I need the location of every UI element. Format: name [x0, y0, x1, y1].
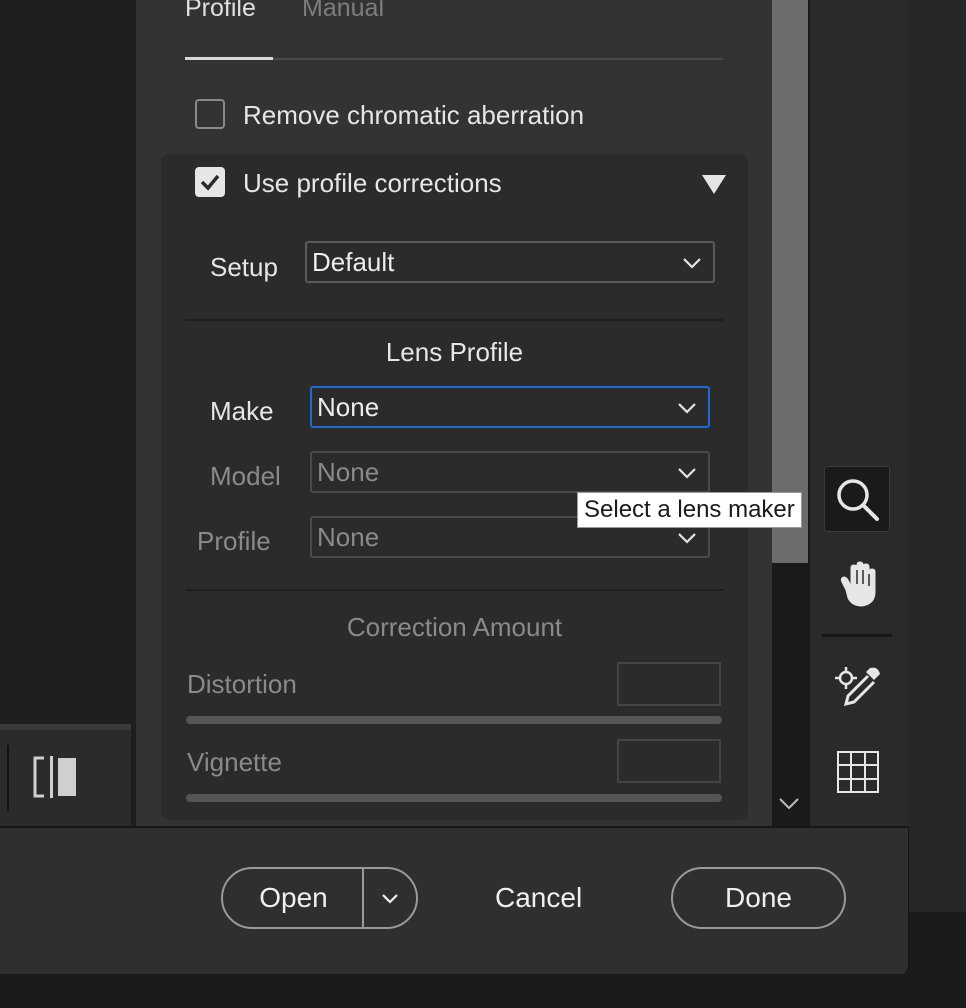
make-select[interactable]: None	[310, 386, 710, 428]
profile-value: None	[317, 522, 380, 552]
vignette-input[interactable]	[617, 739, 721, 783]
lens-profile-title: Lens Profile	[385, 337, 524, 367]
remove-chromatic-aberration-checkbox[interactable]	[195, 99, 225, 129]
chevron-down-icon	[678, 468, 696, 479]
section-divider	[186, 589, 723, 591]
open-button-group: Open	[221, 867, 418, 929]
zoom-tool-button[interactable]	[824, 466, 890, 532]
tab-manual[interactable]: Manual	[302, 0, 384, 23]
open-split-divider	[362, 869, 364, 927]
color-sampler-icon[interactable]	[834, 664, 884, 710]
model-label: Model	[210, 461, 281, 491]
profile-label: Profile	[197, 526, 271, 556]
use-profile-corrections-label: Use profile corrections	[243, 168, 502, 198]
triangle-down-icon[interactable]	[700, 172, 728, 196]
tool-strip-divider	[822, 634, 892, 637]
distortion-label: Distortion	[187, 669, 297, 699]
distortion-slider[interactable]	[186, 716, 722, 724]
setup-label: Setup	[210, 252, 278, 282]
zoom-icon	[837, 479, 879, 521]
window-edge	[908, 0, 966, 912]
remove-chromatic-aberration-label: Remove chromatic aberration	[243, 100, 585, 130]
use-profile-corrections-checkbox[interactable]	[195, 167, 225, 197]
scrollbar-thumb[interactable]	[772, 0, 808, 563]
grid-icon[interactable]	[836, 750, 880, 794]
chevron-down-icon	[678, 403, 696, 414]
open-button[interactable]: Open	[223, 869, 364, 927]
done-button[interactable]: Done	[671, 867, 846, 929]
active-tab-indicator	[185, 57, 273, 60]
distortion-input[interactable]	[617, 662, 721, 706]
before-after-icon[interactable]	[30, 754, 80, 800]
checkmark-icon	[200, 174, 220, 191]
setup-select[interactable]: Default	[305, 241, 715, 283]
vignette-label: Vignette	[187, 747, 282, 777]
chevron-down-icon	[683, 258, 701, 269]
model-value: None	[317, 457, 380, 487]
scroll-down-icon[interactable]	[776, 790, 802, 816]
correction-amount-title: Correction Amount	[346, 612, 563, 642]
tooltip: Select a lens maker	[577, 492, 802, 528]
make-label: Make	[210, 396, 274, 426]
preview-toolbar-divider	[7, 745, 9, 811]
setup-value: Default	[312, 247, 395, 277]
image-preview-area	[0, 0, 136, 826]
open-options-button[interactable]	[364, 869, 416, 927]
cancel-button[interactable]: Cancel	[495, 876, 582, 920]
vignette-slider[interactable]	[186, 794, 722, 802]
section-divider	[186, 319, 723, 321]
model-select[interactable]: None	[310, 451, 710, 493]
chevron-down-icon	[382, 894, 398, 904]
make-value: None	[317, 392, 380, 422]
tab-profile[interactable]: Profile	[185, 0, 256, 23]
hand-icon[interactable]	[834, 560, 882, 610]
